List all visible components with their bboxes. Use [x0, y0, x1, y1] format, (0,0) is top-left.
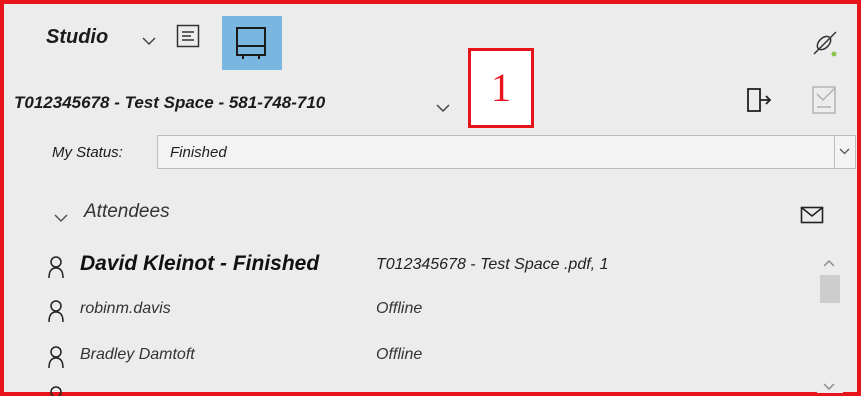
- single-display-icon: [236, 27, 266, 59]
- attendee-status: T012345678 - Test Space .pdf, 1: [376, 256, 609, 273]
- single-display-button[interactable]: [222, 16, 282, 70]
- attendee-row[interactable]: David Kleinot - Finished T012345678 - Te…: [4, 248, 816, 284]
- attendee-row[interactable]: robinm.davis Offline: [4, 292, 816, 328]
- attendees-scrollbar[interactable]: [817, 244, 843, 393]
- chevron-down-icon[interactable]: [54, 210, 68, 228]
- scrollbar-thumb[interactable]: [820, 275, 840, 303]
- studio-menu-label[interactable]: Studio: [46, 26, 108, 49]
- status-value: Finished: [170, 144, 227, 161]
- chevron-down-icon[interactable]: [142, 33, 156, 51]
- person-icon: [47, 255, 65, 284]
- callout-badge: 1: [468, 48, 534, 128]
- attendee-name: Bradley Damtoft: [80, 346, 195, 363]
- status-dropdown[interactable]: Finished: [157, 135, 856, 169]
- status-dropdown-button[interactable]: [834, 136, 855, 168]
- session-selector[interactable]: T012345678 - Test Space - 581-748-710: [14, 93, 325, 113]
- notes-icon[interactable]: [176, 24, 200, 53]
- chevron-down-icon: [839, 148, 850, 155]
- attendee-row[interactable]: Bradley Damtoft Offline: [4, 338, 816, 374]
- unlink-icon[interactable]: [810, 28, 840, 63]
- attendee-name: robinm.davis: [80, 300, 171, 317]
- attendee-name: David Kleinot - Finished: [80, 252, 320, 275]
- scroll-down-icon[interactable]: [823, 378, 835, 396]
- exit-session-icon[interactable]: [746, 87, 772, 118]
- scroll-up-icon[interactable]: [823, 254, 835, 272]
- person-icon: [47, 385, 65, 396]
- studio-panel: Studio 1 T012345678 - Test Space - 581-7…: [0, 0, 861, 396]
- person-icon: [47, 299, 65, 328]
- attendees-section-header[interactable]: Attendees: [84, 201, 170, 223]
- attendee-status: Offline: [376, 300, 423, 317]
- mail-icon[interactable]: [800, 206, 824, 229]
- status-label: My Status:: [52, 144, 123, 161]
- document-check-icon: [811, 85, 839, 120]
- attendee-status: Offline: [376, 346, 423, 363]
- attendee-row[interactable]: [4, 380, 816, 396]
- chevron-down-icon[interactable]: [436, 100, 450, 118]
- person-icon: [47, 345, 65, 374]
